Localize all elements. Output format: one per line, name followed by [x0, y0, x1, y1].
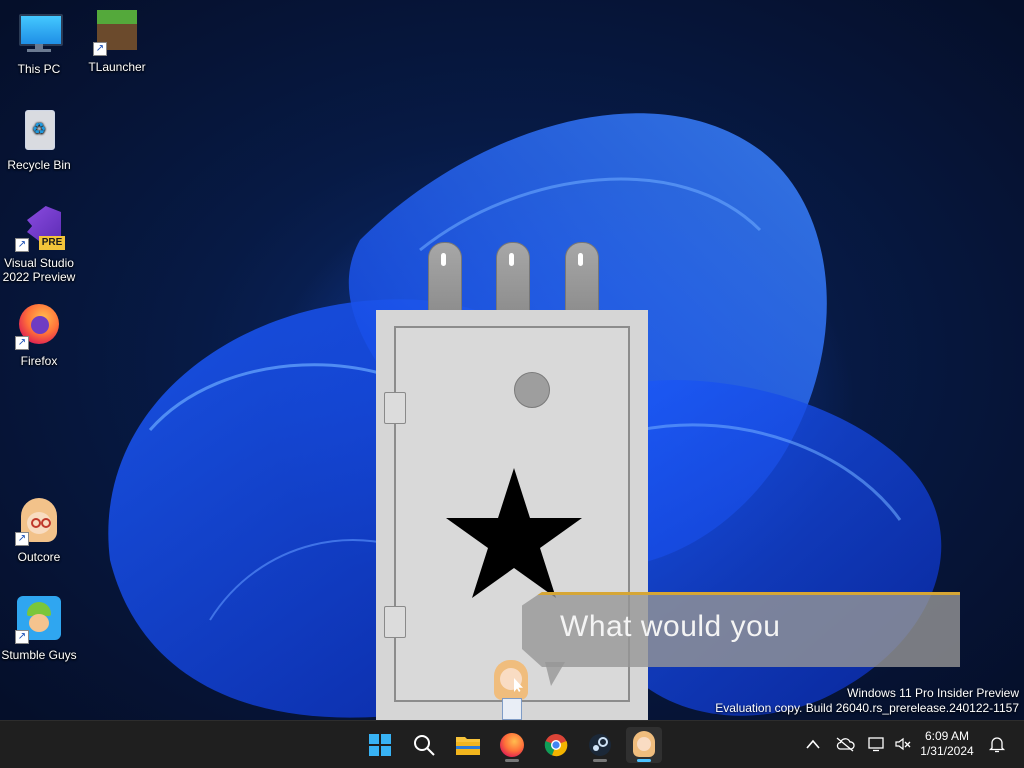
desktop-icon-label: Recycle Bin: [7, 158, 71, 172]
desktop-icon-recycle-bin[interactable]: ♻ Recycle Bin: [0, 106, 78, 172]
safe-hinge-top: [384, 392, 406, 424]
desktop-icon-label: Stumble Guys: [1, 648, 77, 662]
tlauncher-icon: ↗: [93, 8, 141, 56]
folder-icon: [456, 737, 480, 755]
shortcut-arrow-icon: ↗: [15, 532, 29, 546]
steam-taskbar-button[interactable]: [582, 727, 618, 763]
clock-date: 1/31/2024: [920, 744, 974, 758]
shortcut-arrow-icon: ↗: [15, 630, 29, 644]
running-indicator: [505, 759, 519, 762]
watermark-line-1: Windows 11 Pro Insider Preview: [847, 686, 1019, 700]
safe-bolt-left: [428, 242, 462, 314]
chrome-taskbar-button[interactable]: [538, 727, 574, 763]
firefox-icon: [500, 733, 524, 757]
monitor-icon: [15, 10, 63, 58]
cloud-off-icon[interactable]: [834, 733, 856, 755]
taskbar-clock[interactable]: 6:09 AM 1/31/2024: [912, 729, 982, 759]
safe-knob[interactable]: [514, 372, 550, 408]
desktop-icon-tlauncher[interactable]: ↗ TLauncher: [78, 8, 156, 74]
star-icon: [446, 468, 582, 598]
preview-badge: PRE: [39, 236, 65, 250]
taskbar: 6:09 AM 1/31/2024: [0, 720, 1024, 768]
stumble-guys-icon: ↗: [15, 596, 63, 644]
shortcut-arrow-icon: ↗: [15, 336, 29, 350]
search-button[interactable]: [406, 727, 442, 763]
outcore-taskbar-button[interactable]: [626, 727, 662, 763]
outcore-icon: [633, 731, 655, 757]
safe-bolt-middle: [496, 242, 530, 314]
clock-time: 6:09 AM: [924, 729, 970, 743]
desktop-icon-visual-studio[interactable]: PRE ↗ Visual Studio 2022 Preview: [0, 204, 78, 284]
network-icon[interactable]: [866, 733, 888, 755]
recycle-bin-icon: ♻: [15, 106, 63, 154]
firefox-taskbar-button[interactable]: [494, 727, 530, 763]
chevron-up-icon[interactable]: [802, 733, 824, 755]
shortcut-arrow-icon: ↗: [93, 42, 107, 56]
safe-bolt-right: [565, 242, 599, 314]
mascot-character[interactable]: [492, 660, 532, 720]
firefox-icon: ↗: [15, 302, 63, 350]
watermark-line-2: Evaluation copy. Build 26040.rs_prerelea…: [715, 701, 1019, 715]
file-explorer-button[interactable]: [450, 727, 486, 763]
desktop-icon-label: Visual Studio 2022 Preview: [2, 256, 76, 284]
desktop-icon-label: Outcore: [17, 550, 61, 564]
desktop-icon-outcore[interactable]: ↗ Outcore: [0, 498, 78, 564]
chrome-icon: [544, 734, 568, 757]
desktop-icon-label: This PC: [17, 62, 61, 76]
windows-watermark: Windows 11 Pro Insider Preview Evaluatio…: [715, 686, 1019, 716]
visual-studio-icon: PRE ↗: [15, 204, 65, 252]
safe-hinge-bottom: [384, 606, 406, 638]
shortcut-arrow-icon: ↗: [15, 238, 29, 252]
desktop-icon-label: Firefox: [20, 354, 58, 368]
running-indicator: [637, 759, 651, 762]
start-button[interactable]: [362, 727, 398, 763]
steam-icon: [589, 734, 611, 756]
volume-muted-icon[interactable]: [892, 733, 914, 755]
desktop-icon-stumble-guys[interactable]: ↗ Stumble Guys: [0, 596, 78, 662]
running-indicator: [593, 759, 607, 762]
windows-logo-icon: [369, 734, 391, 756]
dialog-text: What would you: [560, 610, 781, 643]
outcore-icon: ↗: [15, 498, 63, 546]
notification-icon[interactable]: [986, 733, 1008, 755]
desktop-icon-this-pc[interactable]: This PC: [0, 10, 78, 76]
desktop-icon-label: TLauncher: [88, 60, 146, 74]
search-icon: [414, 735, 435, 756]
desktop-icon-firefox[interactable]: ↗ Firefox: [0, 302, 78, 368]
